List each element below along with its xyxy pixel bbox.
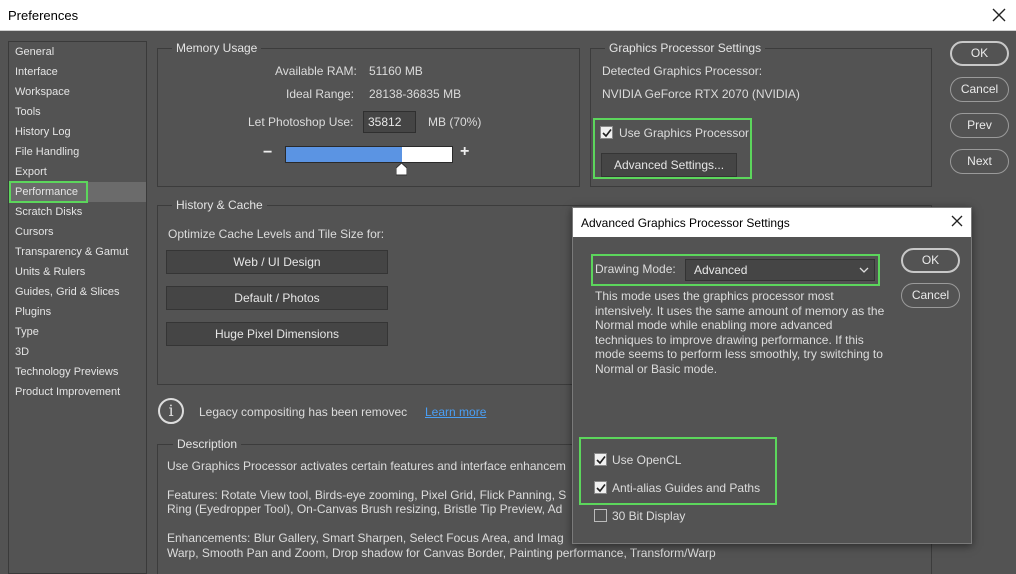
memory-slider[interactable]: [285, 146, 453, 163]
close-icon[interactable]: [951, 215, 963, 227]
default-photos-button[interactable]: Default / Photos: [166, 286, 388, 310]
ideal-range-label: Ideal Range:: [286, 87, 355, 101]
available-ram-label: Available RAM:: [275, 64, 357, 78]
preferences-sidebar: General Interface Workspace Tools Histor…: [8, 41, 147, 574]
dialog-ok-button[interactable]: OK: [901, 248, 960, 273]
slider-thumb-icon[interactable]: [396, 163, 407, 176]
sidebar-item-technology-previews[interactable]: Technology Previews: [9, 362, 146, 382]
description-line-1: Use Graphics Processor activates certain…: [167, 459, 566, 473]
memory-decrease-button[interactable]: −: [263, 144, 272, 162]
gpu-settings-title: Graphics Processor Settings: [605, 41, 766, 55]
window-close-button[interactable]: [986, 0, 1016, 31]
sidebar-item-cursors[interactable]: Cursors: [9, 222, 146, 242]
web-ui-design-button[interactable]: Web / UI Design: [166, 250, 388, 274]
cancel-button[interactable]: Cancel: [950, 77, 1009, 102]
description-title: Description: [173, 437, 242, 451]
legacy-compositing-text: Legacy compositing has been removec: [199, 405, 408, 419]
prev-button[interactable]: Prev: [950, 113, 1009, 138]
antialias-guides-checkbox[interactable]: [594, 481, 607, 494]
use-opencl-label[interactable]: Use OpenCL: [612, 453, 681, 467]
dialog-cancel-button[interactable]: Cancel: [901, 283, 960, 308]
sidebar-item-scratch-disks[interactable]: Scratch Disks: [9, 202, 146, 222]
30-bit-display-label[interactable]: 30 Bit Display: [612, 509, 685, 523]
sidebar-item-workspace[interactable]: Workspace: [9, 82, 146, 102]
sidebar-item-transparency-gamut[interactable]: Transparency & Gamut: [9, 242, 146, 262]
use-gpu-label[interactable]: Use Graphics Processor: [619, 126, 749, 140]
description-line-3: Ring (Eyedropper Tool), On-Canvas Brush …: [167, 502, 563, 516]
drawing-mode-description: This mode uses the graphics processor mo…: [595, 289, 885, 376]
drawing-mode-select[interactable]: Advanced: [685, 259, 875, 281]
close-icon: [992, 8, 1006, 22]
antialias-guides-label[interactable]: Anti-alias Guides and Paths: [612, 481, 760, 495]
sidebar-item-guides-grid-slices[interactable]: Guides, Grid & Slices: [9, 282, 146, 302]
let-photoshop-use-label: Let Photoshop Use:: [248, 115, 354, 129]
sidebar-item-units-rulers[interactable]: Units & Rulers: [9, 262, 146, 282]
sidebar-item-history-log[interactable]: History Log: [9, 122, 146, 142]
sidebar-item-product-improvement[interactable]: Product Improvement: [9, 382, 146, 402]
description-line-4: Enhancements: Blur Gallery, Smart Sharpe…: [167, 531, 564, 545]
30-bit-display-checkbox[interactable]: [594, 509, 607, 522]
description-line-2: Features: Rotate View tool, Birds-eye zo…: [167, 488, 567, 502]
use-gpu-checkbox[interactable]: [600, 126, 613, 139]
checkmark-icon: [596, 456, 606, 465]
sidebar-item-type[interactable]: Type: [9, 322, 146, 342]
sidebar-item-file-handling[interactable]: File Handling: [9, 142, 146, 162]
use-opencl-checkbox[interactable]: [594, 453, 607, 466]
learn-more-link[interactable]: Learn more: [425, 405, 486, 419]
window-title: Preferences: [8, 8, 79, 23]
detected-gpu-label: Detected Graphics Processor:: [602, 64, 763, 78]
detected-gpu-value: NVIDIA GeForce RTX 2070 (NVIDIA): [602, 87, 800, 101]
memory-unit-label: MB (70%): [428, 115, 482, 129]
memory-increase-button[interactable]: +: [460, 143, 469, 161]
checkmark-icon: [596, 484, 606, 493]
advanced-settings-button[interactable]: Advanced Settings...: [601, 153, 737, 177]
dialog-title: Advanced Graphics Processor Settings: [581, 216, 790, 230]
chevron-down-icon: [859, 267, 869, 273]
description-line-5: Warp, Smooth Pan and Zoom, Drop shadow f…: [167, 546, 716, 560]
memory-amount-input[interactable]: 35812: [363, 111, 416, 133]
available-ram-value: 51160 MB: [369, 64, 423, 78]
next-button[interactable]: Next: [950, 149, 1009, 174]
drawing-mode-label: Drawing Mode:: [595, 262, 676, 276]
advanced-gpu-dialog: Advanced Graphics Processor Settings Dra…: [572, 207, 972, 544]
sidebar-item-tools[interactable]: Tools: [9, 102, 146, 122]
ok-button[interactable]: OK: [950, 41, 1009, 66]
sidebar-item-export[interactable]: Export: [9, 162, 146, 182]
memory-usage-title: Memory Usage: [172, 41, 262, 55]
drawing-mode-value: Advanced: [694, 263, 748, 277]
ideal-range-value: 28138-36835 MB: [369, 87, 462, 101]
sidebar-item-3d[interactable]: 3D: [9, 342, 146, 362]
sidebar-item-plugins[interactable]: Plugins: [9, 302, 146, 322]
huge-pixel-dimensions-button[interactable]: Huge Pixel Dimensions: [166, 322, 388, 346]
sidebar-item-general[interactable]: General: [9, 42, 146, 62]
dialog-titlebar: Advanced Graphics Processor Settings: [573, 208, 971, 237]
optimize-cache-label: Optimize Cache Levels and Tile Size for:: [168, 227, 385, 241]
info-icon: i: [158, 398, 184, 424]
checkmark-icon: [602, 129, 612, 138]
memory-slider-fill: [286, 147, 403, 162]
window-titlebar: Preferences: [0, 0, 1016, 31]
sidebar-item-interface[interactable]: Interface: [9, 62, 146, 82]
history-cache-title: History & Cache: [172, 198, 267, 212]
sidebar-item-performance[interactable]: Performance: [9, 181, 146, 203]
